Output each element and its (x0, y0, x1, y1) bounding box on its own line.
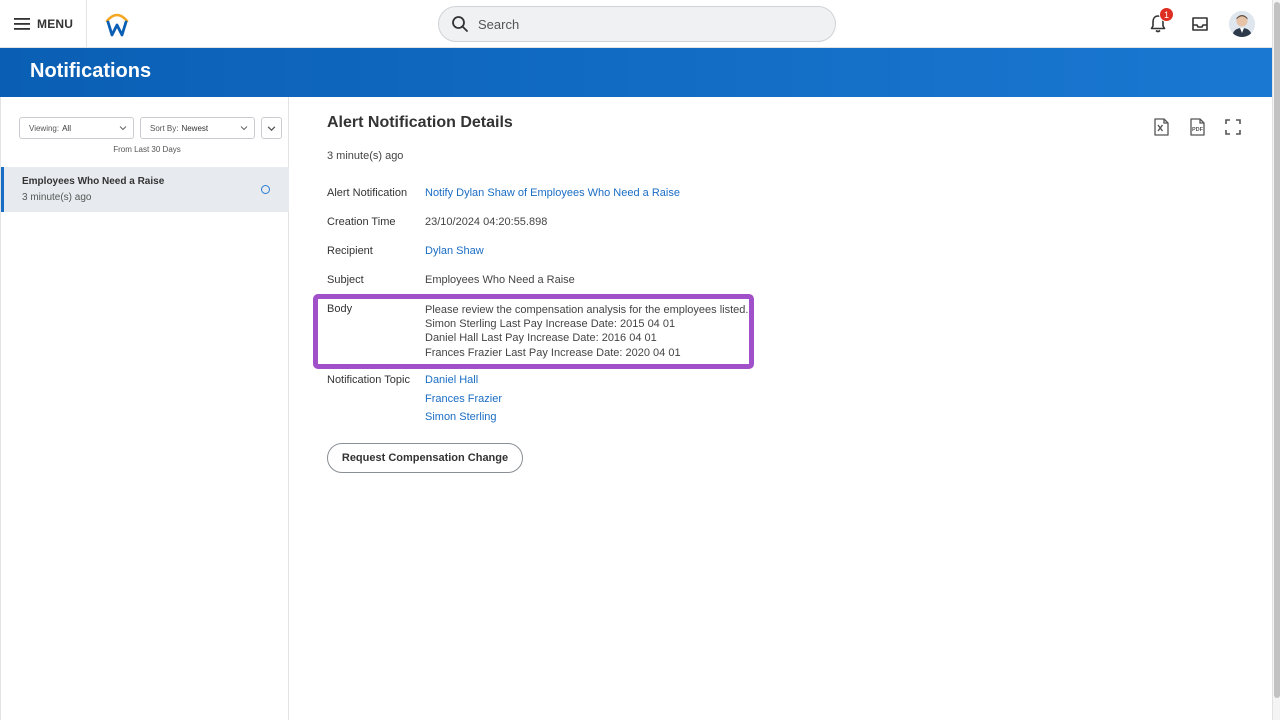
search-bar[interactable] (438, 6, 836, 42)
menu-label: MENU (37, 17, 74, 31)
recipient-link[interactable]: Dylan Shaw (425, 245, 484, 257)
search-input[interactable] (478, 16, 798, 32)
more-options-button[interactable] (261, 117, 282, 139)
sort-by-label: Sort By: (150, 123, 179, 133)
subject-value: Employees Who Need a Raise (425, 274, 575, 286)
details-title: Alert Notification Details (327, 114, 513, 131)
viewing-filter-dropdown[interactable]: Viewing: All (19, 117, 134, 139)
chevron-down-icon (267, 125, 276, 131)
fullscreen-icon[interactable] (1223, 117, 1243, 137)
notification-topic-label: Notification Topic (327, 374, 410, 386)
details-time-ago: 3 minute(s) ago (327, 150, 404, 162)
export-pdf-icon[interactable]: PDF (1187, 117, 1207, 137)
alert-notification-link[interactable]: Notify Dylan Shaw of Employees Who Need … (425, 187, 680, 199)
avatar[interactable] (1229, 11, 1255, 37)
workday-logo[interactable] (103, 10, 131, 38)
date-range-text: From Last 30 Days (113, 145, 181, 154)
top-bar: MENU 1 (0, 0, 1272, 48)
subject-label: Subject (327, 274, 364, 286)
notification-item-time: 3 minute(s) ago (22, 192, 92, 203)
notifications-list-panel: Viewing: All Sort By: Newest From Last 3… (0, 97, 289, 720)
alert-notification-label: Alert Notification (327, 187, 408, 199)
export-excel-icon[interactable] (1151, 117, 1171, 137)
scrollbar-thumb[interactable] (1274, 2, 1280, 698)
sort-by-value: Newest (181, 123, 209, 133)
avatar-image (1229, 11, 1255, 37)
unread-indicator-icon[interactable] (261, 185, 270, 194)
page-scrollbar[interactable] (1272, 0, 1280, 720)
menu-icon (14, 18, 30, 30)
creation-time-value: 23/10/2024 04:20:55.898 (425, 216, 548, 228)
request-compensation-change-button[interactable]: Request Compensation Change (327, 443, 523, 473)
notification-item-title: Employees Who Need a Raise (22, 176, 165, 187)
recipient-label: Recipient (327, 245, 373, 257)
search-icon (452, 16, 468, 32)
inbox-icon[interactable] (1190, 14, 1210, 34)
page-header: Notifications (0, 48, 1272, 97)
body-highlight-box (313, 294, 754, 369)
menu-button[interactable]: MENU (0, 0, 87, 48)
sort-by-dropdown[interactable]: Sort By: Newest (140, 117, 255, 139)
viewing-filter-label: Viewing: (29, 123, 60, 133)
svg-text:PDF: PDF (1192, 127, 1204, 133)
chevron-down-icon (119, 126, 127, 131)
creation-time-label: Creation Time (327, 216, 396, 228)
topic-link-frances-frazier[interactable]: Frances Frazier (425, 393, 502, 405)
topic-link-simon-sterling[interactable]: Simon Sterling (425, 411, 497, 423)
viewing-filter-value: All (62, 123, 71, 133)
notification-count-badge: 1 (1159, 7, 1174, 22)
page-title: Notifications (30, 60, 152, 82)
chevron-down-icon (240, 126, 248, 131)
topic-link-daniel-hall[interactable]: Daniel Hall (425, 374, 478, 386)
notification-list-item[interactable]: Employees Who Need a Raise 3 minute(s) a… (1, 167, 289, 212)
